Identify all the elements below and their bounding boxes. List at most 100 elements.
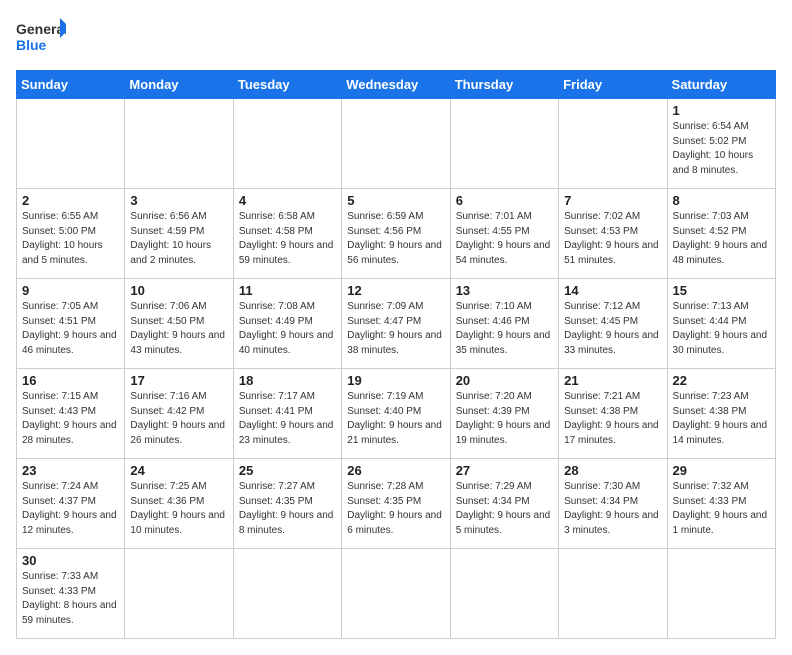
calendar-cell <box>342 549 450 639</box>
day-number: 27 <box>456 463 553 478</box>
day-info: Sunrise: 7:15 AM Sunset: 4:43 PM Dayligh… <box>22 390 119 448</box>
calendar-cell <box>125 99 233 189</box>
day-number: 17 <box>130 373 227 388</box>
calendar-cell: 25 Sunrise: 7:27 AM Sunset: 4:35 PM Dayli… <box>233 459 341 549</box>
calendar-cell <box>233 99 341 189</box>
day-info: Sunrise: 7:28 AM Sunset: 4:35 PM Dayligh… <box>347 480 444 538</box>
day-number: 25 <box>239 463 336 478</box>
day-info: Sunrise: 6:59 AM Sunset: 4:56 PM Dayligh… <box>347 210 444 268</box>
calendar-cell: 1 Sunrise: 6:54 AM Sunset: 5:02 PM Daylig… <box>667 99 775 189</box>
day-number: 21 <box>564 373 661 388</box>
day-info: Sunrise: 7:17 AM Sunset: 4:41 PM Dayligh… <box>239 390 336 448</box>
day-number: 10 <box>130 283 227 298</box>
calendar-cell <box>342 99 450 189</box>
calendar-cell: 11 Sunrise: 7:08 AM Sunset: 4:49 PM Dayli… <box>233 279 341 369</box>
day-info: Sunrise: 7:24 AM Sunset: 4:37 PM Dayligh… <box>22 480 119 538</box>
weekday-header-row: SundayMondayTuesdayWednesdayThursdayFrid… <box>17 71 776 99</box>
calendar-cell <box>125 549 233 639</box>
weekday-header-monday: Monday <box>125 71 233 99</box>
svg-text:Blue: Blue <box>16 37 47 53</box>
calendar-cell <box>559 99 667 189</box>
calendar-week-6: 30 Sunrise: 7:33 AM Sunset: 4:33 PM Dayli… <box>17 549 776 639</box>
day-number: 18 <box>239 373 336 388</box>
calendar-cell <box>450 99 558 189</box>
day-info: Sunrise: 6:58 AM Sunset: 4:58 PM Dayligh… <box>239 210 336 268</box>
calendar-week-1: 1 Sunrise: 6:54 AM Sunset: 5:02 PM Daylig… <box>17 99 776 189</box>
calendar-cell: 2 Sunrise: 6:55 AM Sunset: 5:00 PM Daylig… <box>17 189 125 279</box>
calendar-week-2: 2 Sunrise: 6:55 AM Sunset: 5:00 PM Daylig… <box>17 189 776 279</box>
day-number: 14 <box>564 283 661 298</box>
calendar-cell: 16 Sunrise: 7:15 AM Sunset: 4:43 PM Dayli… <box>17 369 125 459</box>
day-number: 26 <box>347 463 444 478</box>
day-info: Sunrise: 7:20 AM Sunset: 4:39 PM Dayligh… <box>456 390 553 448</box>
day-info: Sunrise: 7:16 AM Sunset: 4:42 PM Dayligh… <box>130 390 227 448</box>
day-info: Sunrise: 7:25 AM Sunset: 4:36 PM Dayligh… <box>130 480 227 538</box>
calendar-cell: 28Sunrise: 7:30 AM Sunset: 4:34 PM Dayli… <box>559 459 667 549</box>
day-info: Sunrise: 6:54 AM Sunset: 5:02 PM Dayligh… <box>673 120 770 178</box>
weekday-header-tuesday: Tuesday <box>233 71 341 99</box>
day-number: 11 <box>239 283 336 298</box>
day-info: Sunrise: 7:02 AM Sunset: 4:53 PM Dayligh… <box>564 210 661 268</box>
calendar-cell: 17 Sunrise: 7:16 AM Sunset: 4:42 PM Dayli… <box>125 369 233 459</box>
day-number: 16 <box>22 373 119 388</box>
day-info: Sunrise: 7:08 AM Sunset: 4:49 PM Dayligh… <box>239 300 336 358</box>
page-header: General Blue <box>16 16 776 60</box>
calendar-cell: 13Sunrise: 7:10 AM Sunset: 4:46 PM Dayli… <box>450 279 558 369</box>
calendar-cell: 12 Sunrise: 7:09 AM Sunset: 4:47 PM Dayli… <box>342 279 450 369</box>
logo-svg: General Blue <box>16 16 66 60</box>
day-info: Sunrise: 7:09 AM Sunset: 4:47 PM Dayligh… <box>347 300 444 358</box>
calendar-cell: 6Sunrise: 7:01 AM Sunset: 4:55 PM Daylig… <box>450 189 558 279</box>
day-info: Sunrise: 7:19 AM Sunset: 4:40 PM Dayligh… <box>347 390 444 448</box>
day-number: 22 <box>673 373 770 388</box>
calendar-cell: 30 Sunrise: 7:33 AM Sunset: 4:33 PM Dayli… <box>17 549 125 639</box>
calendar-week-5: 23 Sunrise: 7:24 AM Sunset: 4:37 PM Dayli… <box>17 459 776 549</box>
weekday-header-thursday: Thursday <box>450 71 558 99</box>
day-info: Sunrise: 7:23 AM Sunset: 4:38 PM Dayligh… <box>673 390 770 448</box>
day-info: Sunrise: 6:55 AM Sunset: 5:00 PM Dayligh… <box>22 210 119 268</box>
calendar-cell: 4Sunrise: 6:58 AM Sunset: 4:58 PM Daylig… <box>233 189 341 279</box>
calendar-cell: 3Sunrise: 6:56 AM Sunset: 4:59 PM Daylig… <box>125 189 233 279</box>
day-number: 2 <box>22 193 119 208</box>
day-number: 12 <box>347 283 444 298</box>
day-info: Sunrise: 7:29 AM Sunset: 4:34 PM Dayligh… <box>456 480 553 538</box>
calendar-cell: 20 Sunrise: 7:20 AM Sunset: 4:39 PM Dayli… <box>450 369 558 459</box>
calendar-cell: 29 Sunrise: 7:32 AM Sunset: 4:33 PM Dayli… <box>667 459 775 549</box>
day-number: 8 <box>673 193 770 208</box>
weekday-header-friday: Friday <box>559 71 667 99</box>
calendar-cell: 23 Sunrise: 7:24 AM Sunset: 4:37 PM Dayli… <box>17 459 125 549</box>
day-info: Sunrise: 7:01 AM Sunset: 4:55 PM Dayligh… <box>456 210 553 268</box>
calendar-cell: 9Sunrise: 7:05 AM Sunset: 4:51 PM Daylig… <box>17 279 125 369</box>
day-info: Sunrise: 7:03 AM Sunset: 4:52 PM Dayligh… <box>673 210 770 268</box>
day-number: 29 <box>673 463 770 478</box>
calendar-cell <box>233 549 341 639</box>
day-number: 5 <box>347 193 444 208</box>
calendar-cell: 18 Sunrise: 7:17 AM Sunset: 4:41 PM Dayli… <box>233 369 341 459</box>
day-number: 24 <box>130 463 227 478</box>
day-number: 28 <box>564 463 661 478</box>
day-info: Sunrise: 7:32 AM Sunset: 4:33 PM Dayligh… <box>673 480 770 538</box>
calendar-cell: 5 Sunrise: 6:59 AM Sunset: 4:56 PM Daylig… <box>342 189 450 279</box>
day-number: 20 <box>456 373 553 388</box>
logo: General Blue <box>16 16 66 60</box>
day-info: Sunrise: 6:56 AM Sunset: 4:59 PM Dayligh… <box>130 210 227 268</box>
calendar-cell: 7 Sunrise: 7:02 AM Sunset: 4:53 PM Daylig… <box>559 189 667 279</box>
calendar-cell: 22 Sunrise: 7:23 AM Sunset: 4:38 PM Dayli… <box>667 369 775 459</box>
day-number: 19 <box>347 373 444 388</box>
day-info: Sunrise: 7:27 AM Sunset: 4:35 PM Dayligh… <box>239 480 336 538</box>
day-info: Sunrise: 7:10 AM Sunset: 4:46 PM Dayligh… <box>456 300 553 358</box>
day-info: Sunrise: 7:33 AM Sunset: 4:33 PM Dayligh… <box>22 570 119 628</box>
day-number: 7 <box>564 193 661 208</box>
calendar-cell: 24 Sunrise: 7:25 AM Sunset: 4:36 PM Dayli… <box>125 459 233 549</box>
day-number: 15 <box>673 283 770 298</box>
calendar-cell: 19 Sunrise: 7:19 AM Sunset: 4:40 PM Dayli… <box>342 369 450 459</box>
calendar-week-4: 16 Sunrise: 7:15 AM Sunset: 4:43 PM Dayli… <box>17 369 776 459</box>
day-info: Sunrise: 7:06 AM Sunset: 4:50 PM Dayligh… <box>130 300 227 358</box>
day-number: 30 <box>22 553 119 568</box>
day-number: 23 <box>22 463 119 478</box>
calendar-cell <box>450 549 558 639</box>
day-number: 1 <box>673 103 770 118</box>
calendar-table: SundayMondayTuesdayWednesdayThursdayFrid… <box>16 70 776 639</box>
svg-text:General: General <box>16 21 66 37</box>
calendar-cell: 8 Sunrise: 7:03 AM Sunset: 4:52 PM Daylig… <box>667 189 775 279</box>
calendar-cell: 10 Sunrise: 7:06 AM Sunset: 4:50 PM Dayli… <box>125 279 233 369</box>
